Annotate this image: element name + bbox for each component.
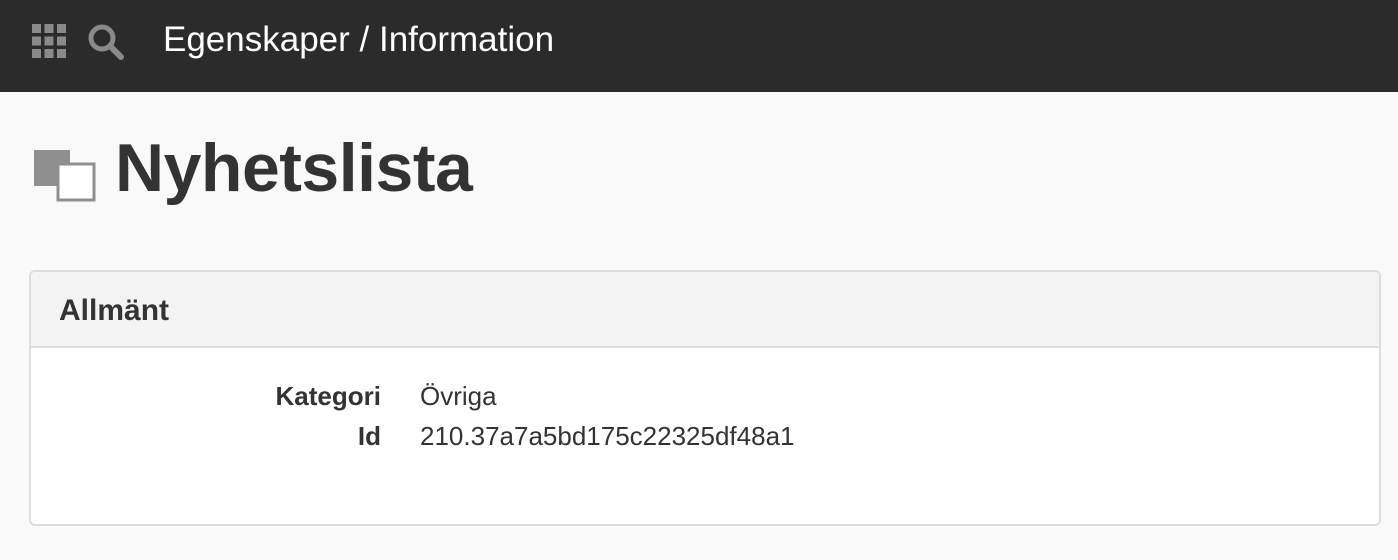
property-value: Övriga bbox=[420, 381, 497, 411]
top-bar: Egenskaper / Information bbox=[0, 0, 1398, 92]
panel-body: Kategori Övriga Id 210.37a7a5bd175c22325… bbox=[31, 348, 1379, 524]
apps-grid-icon[interactable] bbox=[32, 24, 66, 58]
property-row-category: Kategori Övriga bbox=[31, 376, 1379, 416]
panel-heading: Allmänt bbox=[31, 272, 1379, 348]
breadcrumb-title: Egenskaper / Information bbox=[163, 20, 555, 59]
property-label: Kategori bbox=[275, 381, 381, 411]
property-label: Id bbox=[357, 421, 381, 451]
property-row-id: Id 210.37a7a5bd175c22325df48a1 bbox=[31, 416, 1379, 456]
general-panel: Allmänt Kategori Övriga Id 210.37a7a5bd1… bbox=[29, 270, 1381, 526]
property-value: 210.37a7a5bd175c22325df48a1 bbox=[420, 421, 795, 451]
panel-title: Allmänt bbox=[59, 294, 170, 327]
copy-squares-icon bbox=[34, 150, 96, 202]
search-icon[interactable] bbox=[86, 22, 126, 62]
page-title: Nyhetslista bbox=[115, 130, 473, 206]
